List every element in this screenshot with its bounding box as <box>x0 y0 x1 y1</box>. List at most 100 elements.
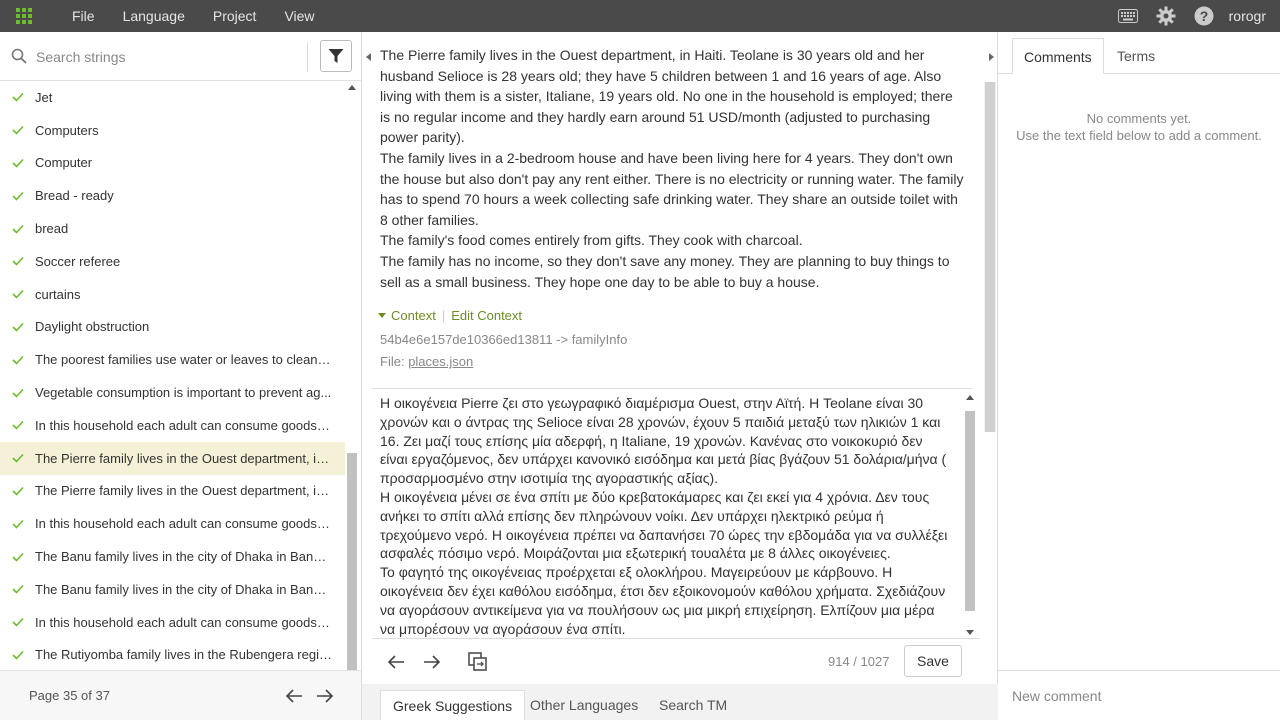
menu-language[interactable]: Language <box>109 0 199 32</box>
save-button[interactable]: Save <box>904 645 962 677</box>
previous-string-button[interactable] <box>383 649 409 675</box>
arrow-left-icon <box>285 689 302 703</box>
check-icon <box>12 224 24 234</box>
translation-editor[interactable]: Η οικογένεια Pierre ζει στο γεωγραφικό δ… <box>372 388 975 638</box>
user-name[interactable]: rorogr <box>1223 8 1280 24</box>
list-item-label: The poorest families use water or leaves… <box>35 352 333 368</box>
collapse-left-button[interactable] <box>362 32 376 82</box>
scroll-up-icon[interactable] <box>966 395 974 400</box>
tab-search-tm[interactable]: Search TM <box>647 690 739 720</box>
context-toggle[interactable]: Context <box>391 308 436 323</box>
list-item[interactable]: The Pierre family lives in the Ouest dep… <box>0 475 345 508</box>
check-icon <box>12 191 24 201</box>
arrow-right-icon <box>317 689 334 703</box>
page-indicator: Page 35 of 37 <box>29 688 110 703</box>
next-page-button[interactable] <box>314 685 336 707</box>
list-item-label: In this household each adult can consume… <box>35 614 333 630</box>
filter-icon <box>328 49 344 63</box>
copy-icon <box>468 652 487 671</box>
list-item[interactable]: Computer <box>0 147 345 180</box>
prev-page-button[interactable] <box>283 685 305 707</box>
caret-left-icon <box>366 53 371 61</box>
check-icon <box>12 158 24 168</box>
check-icon <box>12 322 24 332</box>
translation-scrollbar[interactable] <box>964 391 976 637</box>
edit-context-link[interactable]: Edit Context <box>451 308 522 323</box>
list-item[interactable]: The Banu family lives in the city of Dha… <box>0 573 345 606</box>
list-item[interactable]: Daylight obstruction <box>0 311 345 344</box>
check-icon <box>12 519 24 529</box>
check-icon <box>12 93 24 103</box>
new-comment-input[interactable] <box>1012 685 1262 707</box>
list-item-label: Daylight obstruction <box>35 319 150 335</box>
source-paragraph: The family's food comes entirely from gi… <box>380 232 803 249</box>
file-link[interactable]: places.json <box>408 354 473 369</box>
source-paragraph: The family has no income, so they don't … <box>380 252 950 290</box>
strings-panel: Jet Computers Computer Bread - ready bread So… <box>0 32 362 720</box>
list-item[interactable]: The Pierre family lives in the Ouest dep… <box>0 441 345 475</box>
list-item[interactable]: The poorest families use water or leaves… <box>0 343 345 376</box>
translation-textarea[interactable]: Η οικογένεια Pierre ζει στο γεωγραφικό δ… <box>380 394 952 638</box>
tab-comments[interactable]: Comments <box>1012 38 1104 74</box>
list-item-label: The Pierre family lives in the Ouest dep… <box>35 483 333 499</box>
check-icon <box>12 486 24 496</box>
search-icon <box>11 48 27 64</box>
translation-scroll-thumb[interactable] <box>965 411 975 611</box>
check-icon <box>12 388 24 398</box>
search-divider <box>307 42 308 72</box>
menu-project[interactable]: Project <box>199 0 271 32</box>
arrow-left-icon <box>387 655 404 669</box>
check-icon <box>12 290 24 299</box>
tab-other-languages[interactable]: Other Languages <box>518 690 650 720</box>
no-comments-line-2: Use the text field below to add a commen… <box>1016 128 1262 143</box>
top-bar: File Language Project View ? rorogr <box>0 0 1280 32</box>
list-item-label: Vegetable consumption is important to pr… <box>35 385 332 401</box>
tab-greek-suggestions[interactable]: Greek Suggestions <box>380 690 526 720</box>
list-item[interactable]: curtains <box>0 278 345 311</box>
main-menu: File Language Project View <box>58 0 329 32</box>
menu-file[interactable]: File <box>58 0 109 32</box>
tab-terms[interactable]: Terms <box>1106 38 1166 74</box>
editor-panel: The Pierre family lives in the Ouest dep… <box>362 32 998 720</box>
keyboard-icon[interactable] <box>1109 0 1147 32</box>
scroll-thumb[interactable] <box>347 453 357 685</box>
list-item[interactable]: bread <box>0 212 345 245</box>
scroll-down-icon[interactable] <box>966 630 974 635</box>
list-item[interactable]: Jet <box>0 81 345 114</box>
scroll-up-icon[interactable] <box>348 85 356 90</box>
list-item[interactable]: In this household each adult can consume… <box>0 507 345 540</box>
string-list: Jet Computers Computer Bread - ready bread So… <box>0 81 345 702</box>
list-item[interactable]: The Rutiyomba family lives in the Rubeng… <box>0 639 345 672</box>
copy-source-button[interactable] <box>465 649 491 675</box>
list-item[interactable]: Bread - ready <box>0 179 345 212</box>
source-paragraph: The Pierre family lives in the Ouest dep… <box>380 47 953 146</box>
collapse-right-button[interactable] <box>984 32 998 82</box>
list-item[interactable]: Soccer referee <box>0 245 345 278</box>
check-icon <box>12 618 24 627</box>
new-comment-box <box>998 670 1280 720</box>
list-item-label: Soccer referee <box>35 253 121 269</box>
suggestion-tabs: Greek Suggestions Other Languages Search… <box>362 684 998 720</box>
list-item-label: The Banu family lives in the city of Dha… <box>35 549 333 565</box>
arrow-right-icon <box>424 655 441 669</box>
list-item[interactable]: The Banu family lives in the city of Dha… <box>0 540 345 573</box>
check-icon <box>12 552 24 562</box>
list-item[interactable]: In this household each adult can consume… <box>0 606 345 639</box>
source-scrollbar[interactable] <box>984 82 996 432</box>
file-row: File: places.json <box>380 354 473 369</box>
filter-button[interactable] <box>320 40 352 72</box>
gear-icon[interactable] <box>1147 0 1185 32</box>
help-icon[interactable]: ? <box>1185 0 1223 32</box>
next-string-button[interactable] <box>419 649 445 675</box>
search-bar <box>0 32 361 81</box>
list-item[interactable]: In this household each adult can consume… <box>0 409 345 442</box>
list-item[interactable]: Vegetable consumption is important to pr… <box>0 376 345 409</box>
source-scroll-thumb[interactable] <box>985 82 995 432</box>
apps-grid-icon[interactable] <box>0 0 48 32</box>
list-item[interactable]: Computers <box>0 114 345 147</box>
list-scrollbar[interactable] <box>346 81 358 701</box>
file-label: File: <box>380 354 405 369</box>
list-item-label: The Pierre family lives in the Ouest dep… <box>35 450 333 466</box>
menu-view[interactable]: View <box>270 0 328 32</box>
search-input[interactable] <box>36 46 296 68</box>
